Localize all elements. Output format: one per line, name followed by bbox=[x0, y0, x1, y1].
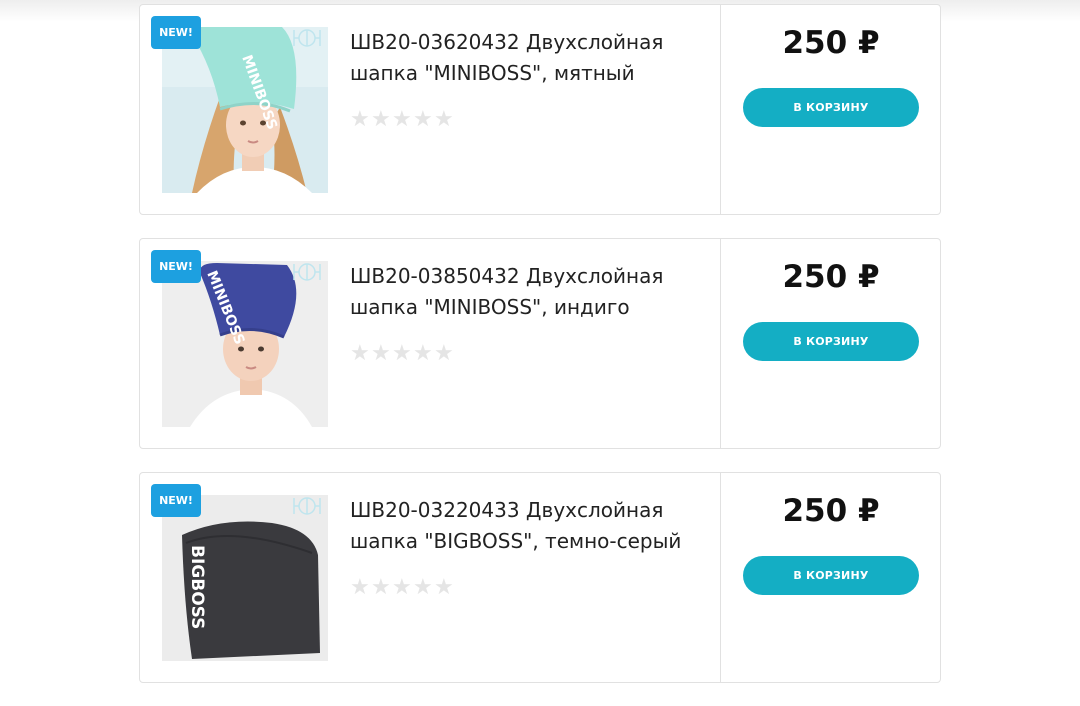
product-card: MINIBOSS NEW! ШВ20-03850432 Двухслойная … bbox=[139, 238, 941, 449]
product-card: BIGBOSS NEW! ШВ20-03220433 Двухслойная ш… bbox=[139, 472, 941, 683]
product-price: 250 ₽ bbox=[782, 493, 880, 529]
product-photo: MINIBOSS bbox=[162, 261, 328, 427]
brand-logo-icon bbox=[293, 263, 321, 281]
svg-text:BIGBOSS: BIGBOSS bbox=[187, 545, 207, 629]
star-icon[interactable]: ★ bbox=[413, 343, 433, 365]
brand-logo-icon bbox=[293, 497, 321, 515]
star-icon[interactable]: ★ bbox=[350, 343, 370, 365]
product-title[interactable]: ШВ20-03620432 Двухслойная шапка "MINIBOS… bbox=[350, 27, 700, 89]
star-icon[interactable]: ★ bbox=[392, 343, 412, 365]
star-icon[interactable]: ★ bbox=[350, 109, 370, 131]
product-photo: MINIBOSS bbox=[162, 27, 328, 193]
product-image[interactable]: MINIBOSS bbox=[162, 27, 328, 193]
product-image[interactable]: MINIBOSS bbox=[162, 261, 328, 427]
rating-stars[interactable]: ★ ★ ★ ★ ★ bbox=[350, 577, 454, 599]
new-badge: NEW! bbox=[151, 250, 201, 283]
star-icon[interactable]: ★ bbox=[371, 577, 391, 599]
product-price: 250 ₽ bbox=[782, 259, 880, 295]
product-card: MINIBOSS NEW! ШВ20-03620432 Двухслойная … bbox=[139, 4, 941, 215]
new-badge: NEW! bbox=[151, 484, 201, 517]
star-icon[interactable]: ★ bbox=[413, 577, 433, 599]
add-to-cart-button[interactable]: В КОРЗИНУ bbox=[743, 556, 919, 595]
rating-stars[interactable]: ★ ★ ★ ★ ★ bbox=[350, 343, 454, 365]
product-title[interactable]: ШВ20-03220433 Двухслойная шапка "BIGBOSS… bbox=[350, 495, 700, 557]
product-photo: BIGBOSS bbox=[162, 495, 328, 661]
new-badge: NEW! bbox=[151, 16, 201, 49]
star-icon[interactable]: ★ bbox=[371, 343, 391, 365]
product-price: 250 ₽ bbox=[782, 25, 880, 61]
star-icon[interactable]: ★ bbox=[413, 109, 433, 131]
star-icon[interactable]: ★ bbox=[434, 343, 454, 365]
add-to-cart-button[interactable]: В КОРЗИНУ bbox=[743, 322, 919, 361]
star-icon[interactable]: ★ bbox=[371, 109, 391, 131]
star-icon[interactable]: ★ bbox=[392, 577, 412, 599]
add-to-cart-button[interactable]: В КОРЗИНУ bbox=[743, 88, 919, 127]
product-list: MINIBOSS NEW! ШВ20-03620432 Двухслойная … bbox=[139, 4, 941, 706]
star-icon[interactable]: ★ bbox=[434, 109, 454, 131]
star-icon[interactable]: ★ bbox=[392, 109, 412, 131]
star-icon[interactable]: ★ bbox=[434, 577, 454, 599]
rating-stars[interactable]: ★ ★ ★ ★ ★ bbox=[350, 109, 454, 131]
star-icon[interactable]: ★ bbox=[350, 577, 370, 599]
brand-logo-icon bbox=[293, 29, 321, 47]
product-title[interactable]: ШВ20-03850432 Двухслойная шапка "MINIBOS… bbox=[350, 261, 700, 323]
product-image[interactable]: BIGBOSS bbox=[162, 495, 328, 661]
